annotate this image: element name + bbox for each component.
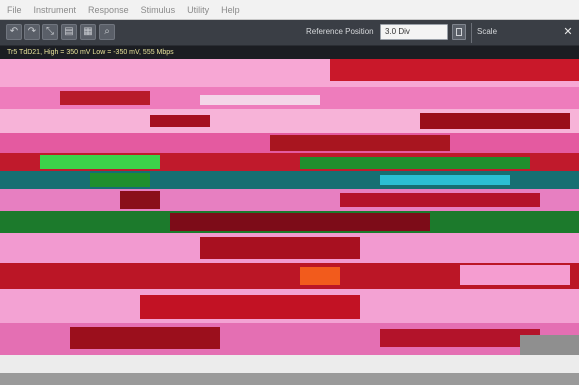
trace-band	[300, 157, 530, 169]
menu-help[interactable]: Help	[221, 0, 240, 20]
redo-button[interactable]: ↷	[24, 24, 40, 40]
waveform-display[interactable]	[0, 59, 579, 355]
trace-band	[140, 295, 360, 319]
close-icon[interactable]: ✕	[561, 24, 575, 40]
redo-icon: ↷	[27, 26, 37, 37]
trace-band	[120, 191, 160, 209]
autoscale-icon: ⤡	[46, 26, 54, 37]
undo-icon: ↶	[9, 26, 19, 37]
menu-bar: File Instrument Response Stimulus Utilit…	[0, 0, 579, 20]
menu-instrument[interactable]: Instrument	[34, 0, 77, 20]
trace-band	[460, 265, 570, 285]
print-icon: ▦	[83, 26, 93, 37]
menu-utility[interactable]: Utility	[187, 0, 209, 20]
trace-band	[60, 91, 150, 105]
scale-label: Scale	[477, 27, 498, 36]
trace-band	[200, 95, 320, 105]
trace-band	[150, 115, 210, 127]
reference-position-label: Reference Position	[306, 27, 374, 36]
app-window: File Instrument Response Stimulus Utilit…	[0, 0, 579, 385]
save-button[interactable]: ▤	[61, 24, 77, 40]
trace-band	[300, 267, 340, 285]
trace-band	[90, 173, 150, 187]
trace-band	[40, 155, 160, 169]
autoscale-button[interactable]: ⤡	[42, 24, 58, 40]
trace-band	[340, 193, 540, 207]
menu-response[interactable]: Response	[88, 0, 129, 20]
trace-band	[330, 59, 579, 81]
undo-button[interactable]: ↶	[6, 24, 22, 40]
menu-file[interactable]: File	[7, 0, 22, 20]
zoom-button[interactable]: ⌕	[99, 24, 115, 40]
toolbar-divider	[471, 23, 472, 43]
toolbar: ↶ ↷ ⤡ ▤ ▦ ⌕ Reference Position 3.0 Div S…	[0, 20, 579, 46]
trace-band	[520, 335, 579, 355]
print-button[interactable]: ▦	[80, 24, 96, 40]
trace-band	[380, 329, 540, 347]
trace-band	[200, 237, 360, 259]
menu-stimulus[interactable]: Stimulus	[141, 0, 176, 20]
trace-band	[270, 135, 450, 151]
calculator-icon[interactable]	[452, 24, 466, 40]
zoom-icon: ⌕	[104, 26, 110, 37]
measurement-readout: Tr5 TdD21, High = 350 mV Low = -350 mV, …	[0, 46, 579, 59]
trace-band	[170, 213, 430, 231]
save-icon: ▤	[64, 26, 74, 37]
trace-band	[70, 327, 220, 349]
reference-position-input[interactable]: 3.0 Div	[380, 24, 448, 40]
status-bar-strip	[0, 373, 579, 385]
trace-band	[380, 175, 510, 185]
trace-band	[420, 113, 570, 129]
